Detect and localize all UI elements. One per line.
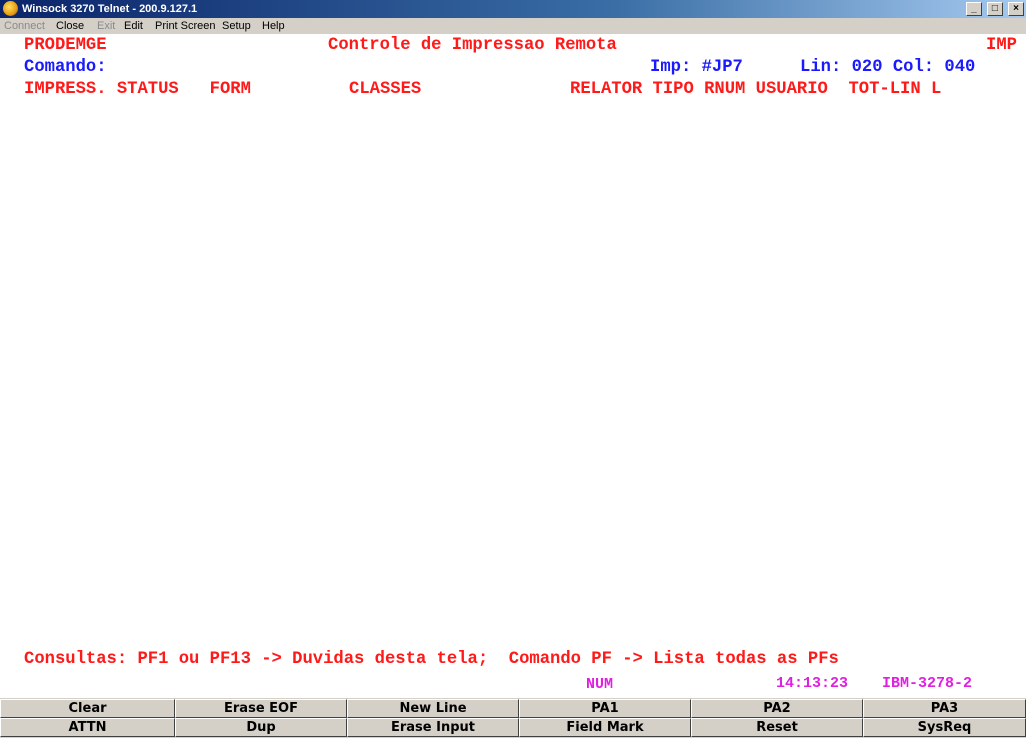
- column-header-classes: CLASSES: [349, 80, 422, 99]
- clear-button[interactable]: Clear: [0, 699, 175, 718]
- menu-close[interactable]: Close: [56, 20, 84, 32]
- attn-button[interactable]: ATTN: [0, 718, 175, 737]
- minimize-icon[interactable]: _: [965, 2, 982, 16]
- help-line: Consultas: PF1 ou PF13 -> Duvidas desta …: [24, 650, 839, 669]
- new-line-button[interactable]: New Line: [347, 699, 519, 718]
- function-keypad: Clear Erase EOF New Line PA1 PA2 PA3 ATT…: [0, 698, 1026, 738]
- reset-button[interactable]: Reset: [691, 718, 863, 737]
- menu-setup[interactable]: Setup: [222, 20, 251, 32]
- pa1-button[interactable]: PA1: [519, 699, 691, 718]
- printer-info: Imp: #JP7: [650, 58, 743, 77]
- window-title: Winsock 3270 Telnet - 200.9.127.1: [22, 3, 198, 15]
- system-name: PRODEMGE: [24, 36, 107, 55]
- field-mark-button[interactable]: Field Mark: [519, 718, 691, 737]
- window-controls: _ □ ×: [964, 2, 1024, 16]
- status-time: 14:13:23: [776, 675, 849, 692]
- menu-exit[interactable]: Exit: [97, 20, 115, 32]
- position-info: Lin: 020 Col: 040: [800, 58, 976, 77]
- close-icon[interactable]: ×: [1008, 2, 1024, 16]
- screen-title: Controle de Impressao Remota: [328, 36, 617, 55]
- pa3-button[interactable]: PA3: [863, 699, 1026, 718]
- column-headers-right: RELATOR TIPO RNUM USUARIO TOT-LIN L: [570, 80, 942, 99]
- erase-eof-button[interactable]: Erase EOF: [175, 699, 347, 718]
- command-label: Comando:: [24, 58, 107, 77]
- num-indicator: NUM: [586, 676, 614, 693]
- screen-title-right: IMP: [986, 36, 1017, 55]
- screen-margin: [0, 34, 14, 698]
- menu-edit[interactable]: Edit: [124, 20, 143, 32]
- title-bar[interactable]: Winsock 3270 Telnet - 200.9.127.1 _ □ ×: [0, 0, 1026, 18]
- sysreq-button[interactable]: SysReq: [863, 718, 1026, 737]
- pa2-button[interactable]: PA2: [691, 699, 863, 718]
- erase-input-button[interactable]: Erase Input: [347, 718, 519, 737]
- menu-bar: Connect Close Exit Edit Print Screen Set…: [0, 18, 1026, 34]
- menu-print-screen[interactable]: Print Screen: [155, 20, 216, 32]
- terminal-screen[interactable]: PRODEMGE Controle de Impressao Remota IM…: [14, 34, 1026, 698]
- menu-connect[interactable]: Connect: [4, 20, 45, 32]
- column-headers-left: IMPRESS. STATUS FORM: [24, 80, 251, 99]
- menu-help[interactable]: Help: [262, 20, 285, 32]
- terminal-type: IBM-3278-2: [882, 675, 973, 692]
- maximize-icon[interactable]: □: [986, 2, 1003, 16]
- app-icon[interactable]: [3, 1, 18, 16]
- dup-button[interactable]: Dup: [175, 718, 347, 737]
